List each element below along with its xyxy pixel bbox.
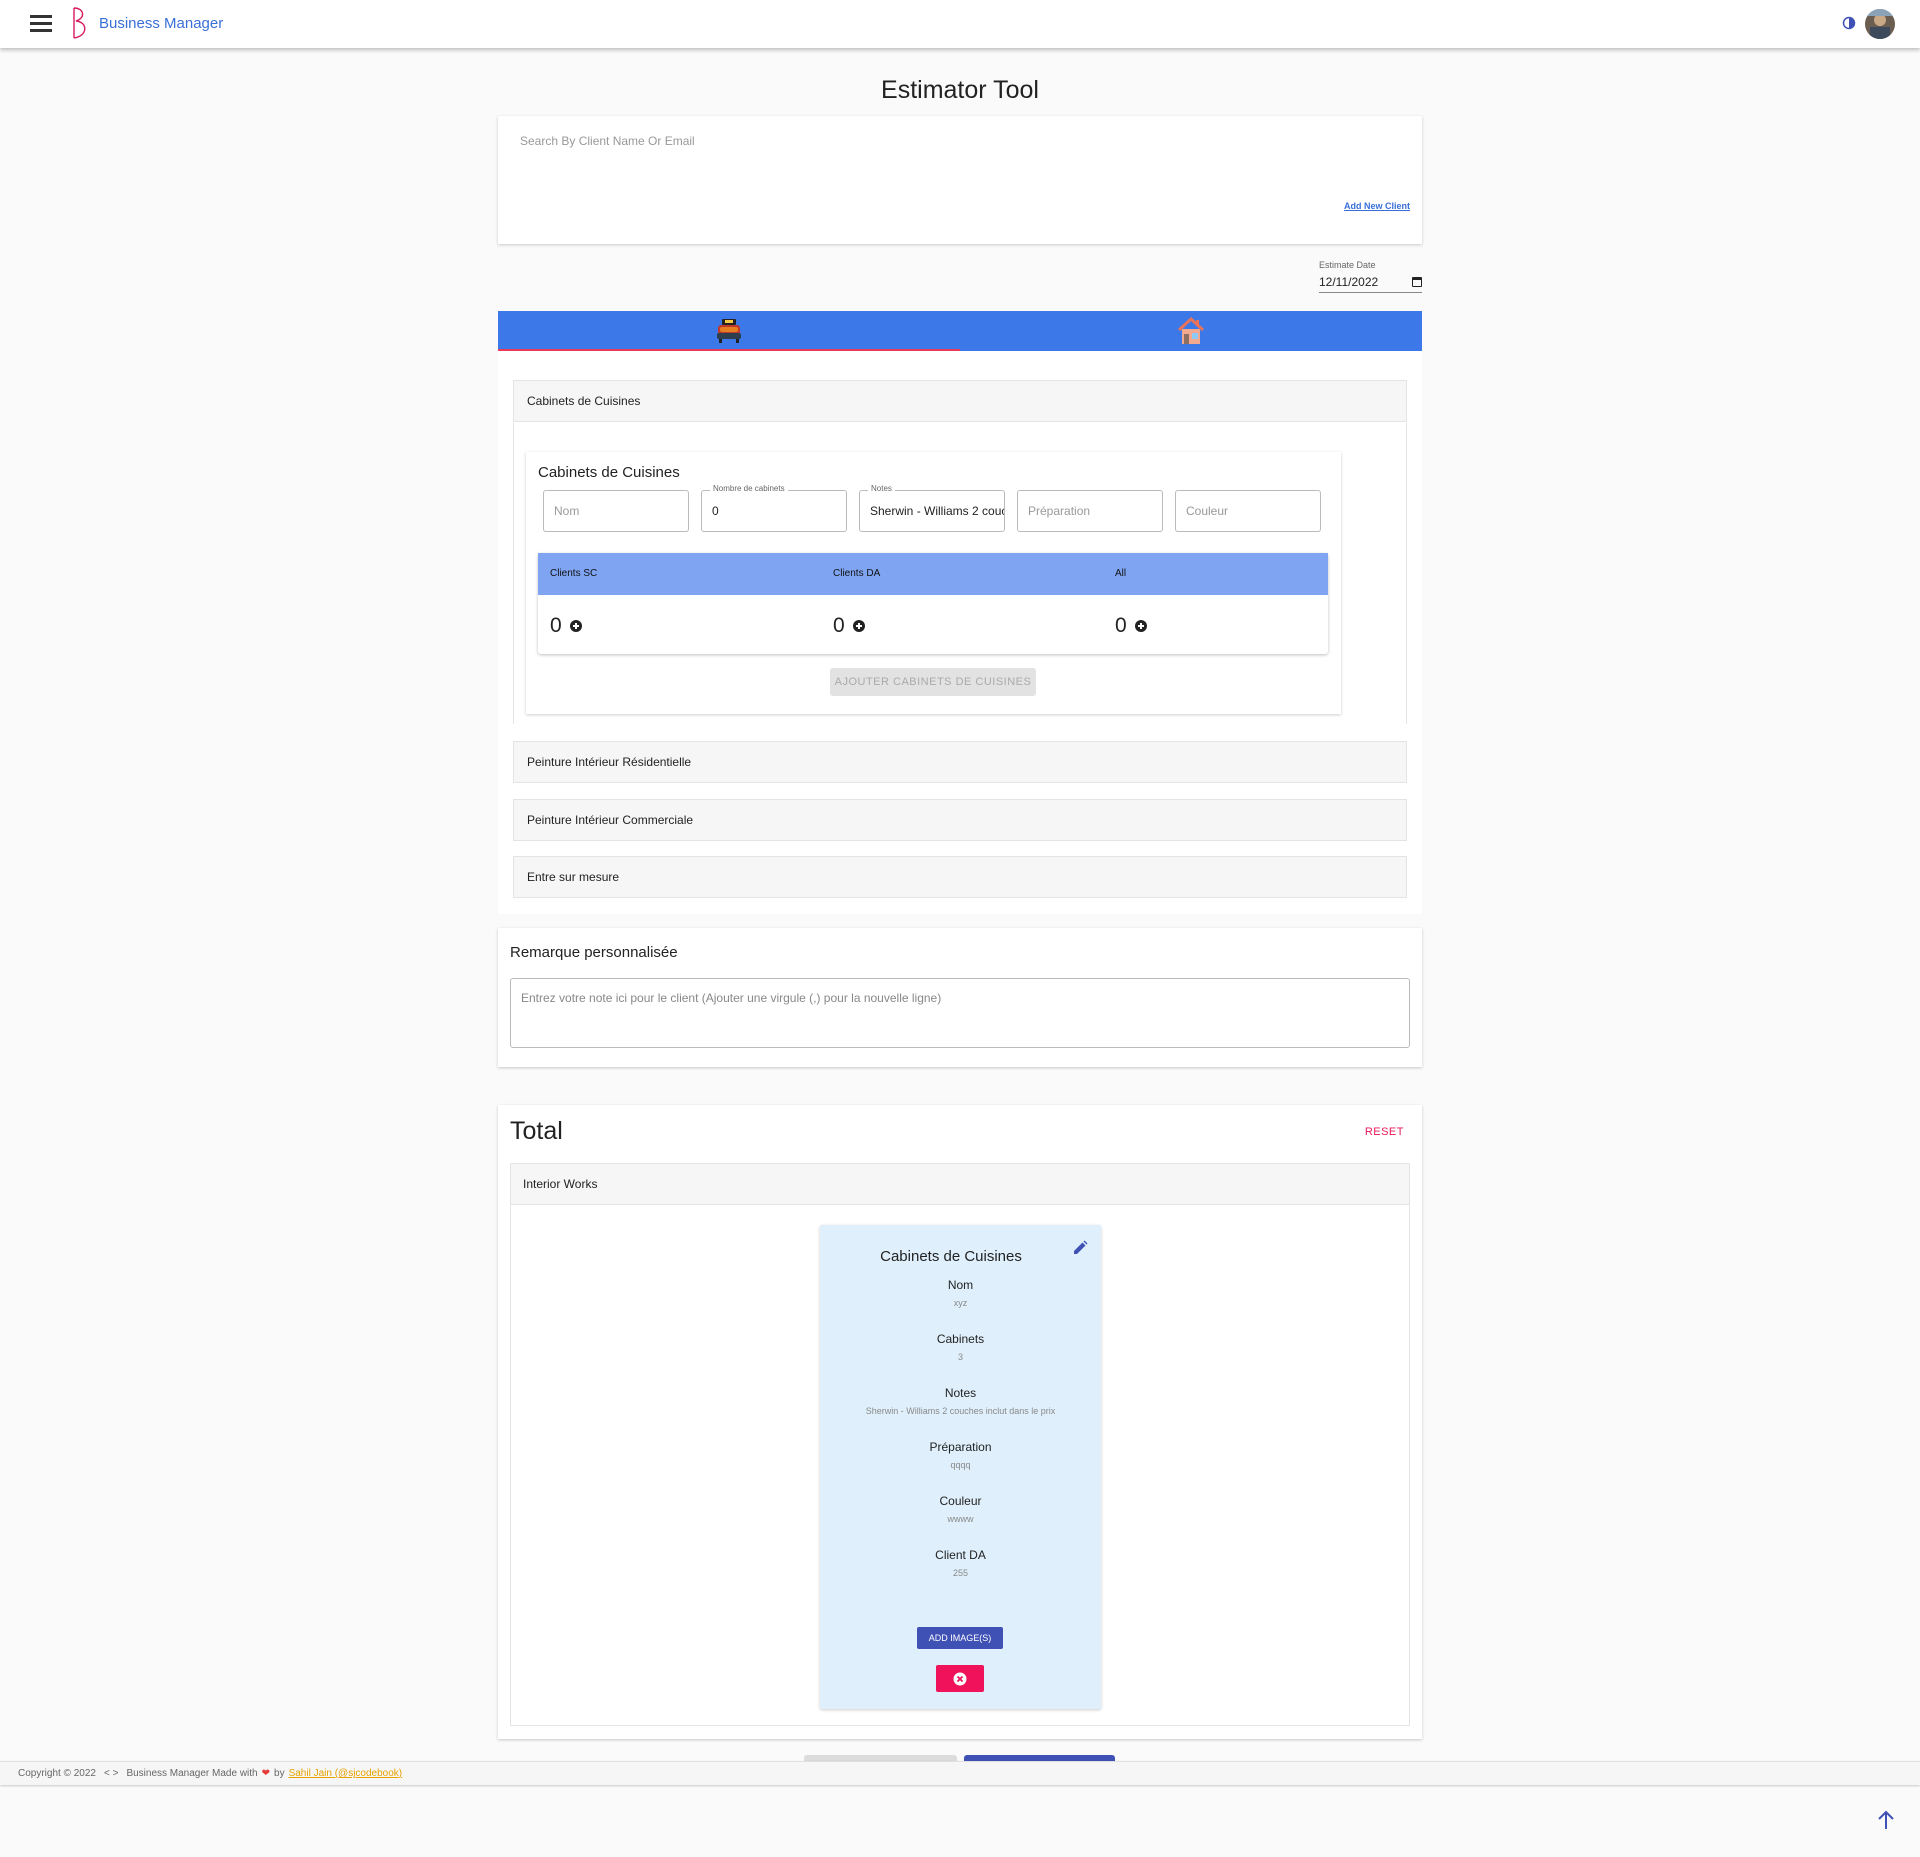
summary-item: Notes Sherwin - Williams 2 couches inclu… [820,1386,1101,1416]
accordion-peinture-residentielle[interactable]: Peinture Intérieur Résidentielle [513,741,1407,783]
summary-value: qqqq [950,1460,971,1470]
theme-toggle-icon[interactable] [1842,16,1856,30]
nom-input[interactable] [544,491,688,531]
heart-icon: ❤ [261,1768,271,1779]
footer-by: by [274,1768,285,1779]
couleur-input[interactable] [1176,491,1320,531]
summary-value: wwww [947,1514,974,1524]
summary-value: Sherwin - Williams 2 couches inclut dans… [865,1406,1056,1416]
edit-icon[interactable] [1072,1240,1088,1256]
add-clients-sc-icon[interactable] [569,620,582,632]
summary-item: Client DA 255 [820,1548,1101,1578]
summary-label: Préparation [929,1440,992,1454]
total-title: Total [510,1117,563,1145]
summary-card: Cabinets de Cuisines Nom xyz Cabinets 3 … [820,1225,1101,1709]
nombre-cabinets-label: Nombre de cabinets [710,484,788,493]
add-clients-da-icon[interactable] [852,620,865,632]
header-clients-da: Clients DA [833,568,881,579]
notes-input[interactable] [860,491,1004,531]
clients-sc-cell: 0 [550,614,582,638]
header-clients-sc: Clients SC [550,568,598,579]
estimate-date-input[interactable]: 12/11/2022 [1319,275,1422,293]
header-all: All [1115,568,1127,579]
remark-title: Remarque personnalisée [510,944,678,961]
app-title[interactable]: Business Manager [99,15,223,32]
summary-item: Nom xyz [820,1278,1101,1308]
estimate-date: Estimate Date 12/11/2022 [1319,260,1422,293]
cabinet-form-title: Cabinets de Cuisines [538,464,680,481]
reset-button[interactable]: RESET [1365,1126,1404,1138]
client-search-card: Add New Client [498,116,1422,244]
accordion-label: Entre sur mesure [527,870,620,884]
add-cabinets-button[interactable]: AJOUTER CABINETS DE CUISINES [830,668,1036,696]
accordion-label: Cabinets de Cuisines [527,394,641,408]
page-title: Estimator Tool [881,76,1039,104]
preparation-field[interactable] [1017,490,1163,532]
summary-item: Cabinets 3 [820,1332,1101,1362]
calendar-icon[interactable] [1412,277,1422,287]
summary-label: Couleur [939,1494,982,1508]
author-link[interactable]: Sahil Jain (@sjcodebook) [289,1768,403,1779]
footer-copyright: Copyright © 2022 [18,1768,96,1779]
summary-item: Couleur wwww [820,1494,1101,1524]
accordion-entre-sur-mesure[interactable]: Entre sur mesure [513,856,1407,898]
summary-value: 255 [952,1568,969,1578]
logo-icon [73,7,86,39]
clients-table-header: Clients SC Clients DA All [538,553,1328,595]
accordion-cabinets-de-cuisines[interactable]: Cabinets de Cuisines [513,380,1407,422]
couleur-field[interactable] [1175,490,1321,532]
clients-da-count: 0 [833,614,845,637]
accordion-interior-works[interactable]: Interior Works [510,1163,1410,1205]
footer: Copyright © 2022 < > Business Manager Ma… [0,1761,1920,1785]
accordion-peinture-commerciale[interactable]: Peinture Intérieur Commerciale [513,799,1407,841]
delete-button[interactable] [936,1665,984,1692]
accordion-label: Peinture Intérieur Résidentielle [527,755,692,769]
clients-table: Clients SC Clients DA All 0 0 0 [538,553,1328,654]
summary-label: Nom [947,1278,974,1292]
code-icon: < > [103,1768,119,1779]
add-all-icon[interactable] [1134,620,1147,632]
remark-field[interactable] [510,978,1410,1048]
nom-field[interactable] [543,490,689,532]
add-images-button[interactable]: ADD IMAGE(S) [917,1627,1003,1649]
sofa-icon [717,319,741,343]
accordion-label: Interior Works [523,1177,598,1191]
app-bar: Business Manager [0,0,1920,48]
estimate-date-label: Estimate Date [1319,260,1376,270]
clients-sc-count: 0 [550,614,562,637]
preparation-input[interactable] [1018,491,1162,531]
notes-label: Notes [868,484,895,493]
summary-item: Préparation qqqq [820,1440,1101,1470]
tab-interior-furniture[interactable] [498,311,960,351]
house-icon [1177,316,1205,344]
clients-da-cell: 0 [833,614,865,638]
add-new-client-link[interactable]: Add New Client [1344,201,1410,211]
footer-made-with: Business Manager Made with [126,1768,258,1779]
tab-house[interactable] [960,311,1422,351]
summary-label: Client DA [935,1548,986,1562]
nombre-cabinets-input[interactable] [702,491,846,531]
all-cell: 0 [1115,614,1147,638]
remark-textarea[interactable] [511,979,1409,1047]
summary-label: Notes [944,1386,977,1400]
close-circle-icon [953,1672,967,1685]
summary-title: Cabinets de Cuisines [880,1248,1022,1265]
summary-value: xyz [953,1298,968,1308]
all-count: 0 [1115,614,1127,637]
summary-label: Cabinets [936,1332,985,1346]
category-tabs [498,311,1422,351]
arrow-up-icon[interactable] [1874,1808,1898,1832]
accordion-label: Peinture Intérieur Commerciale [527,813,694,827]
remark-card: Remarque personnalisée [498,928,1422,1067]
summary-value: 3 [957,1352,963,1362]
client-search-input[interactable] [520,134,1120,148]
notes-field[interactable]: Notes [859,484,1005,532]
estimate-date-value: 12/11/2022 [1319,275,1379,289]
nombre-cabinets-field[interactable]: Nombre de cabinets [701,484,847,532]
avatar[interactable] [1865,9,1895,39]
menu-icon[interactable] [30,15,52,33]
